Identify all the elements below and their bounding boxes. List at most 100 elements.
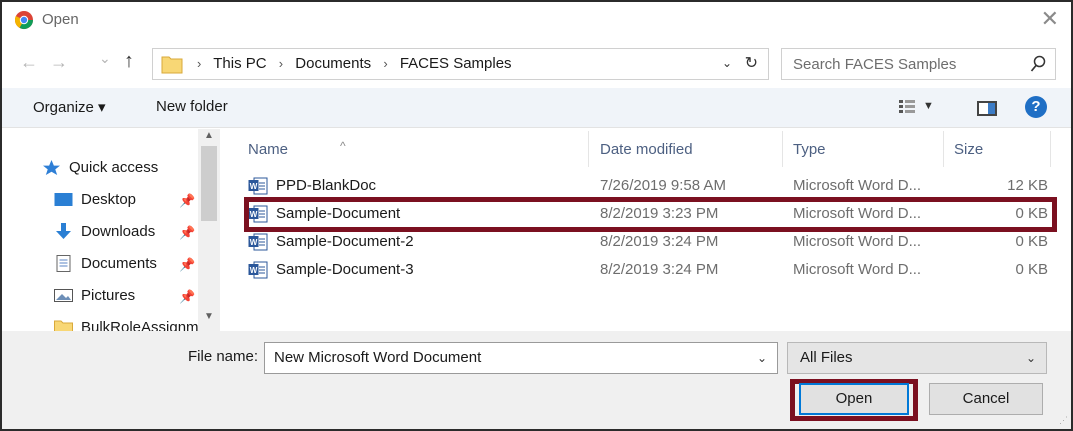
chrome-icon (14, 11, 33, 30)
file-row[interactable]: W PPD-BlankDoc 7/26/2019 9:58 AM Microso… (232, 174, 1071, 198)
forward-button[interactable]: → (50, 52, 68, 73)
column-header-name[interactable]: Name ^ (248, 139, 346, 158)
pin-icon[interactable]: 📌 (179, 257, 195, 273)
column-divider[interactable] (1050, 131, 1051, 167)
breadcrumb-separator: › (383, 56, 388, 71)
sidebar-item-quick-access[interactable]: Quick access (2, 155, 198, 183)
pin-icon[interactable]: 📌 (179, 193, 195, 209)
sidebar-item-label: Desktop (81, 191, 137, 208)
desktop-icon (54, 193, 73, 206)
scroll-up-icon[interactable]: ▲ (204, 130, 214, 141)
svg-text:W: W (250, 182, 258, 191)
selection-highlight-box (244, 197, 1057, 232)
file-row[interactable]: W Sample-Document-3 8/2/2019 3:24 PM Mic… (232, 258, 1071, 282)
sidebar-item-label: Downloads (81, 223, 156, 240)
view-options-icon[interactable] (898, 99, 916, 115)
file-name-field[interactable]: New Microsoft Word Document ⌄ (264, 342, 778, 374)
view-dropdown-icon[interactable]: ▼ (923, 100, 934, 112)
up-button[interactable]: ↑ (124, 50, 134, 73)
file-type-filter[interactable]: All Files ⌄ (787, 342, 1047, 374)
back-button[interactable]: ← (20, 52, 38, 73)
breadcrumb-this-pc[interactable]: This PC (213, 55, 266, 72)
address-bar[interactable]: › This PC › Documents › FACES Samples ⌄ … (152, 48, 769, 80)
open-file-dialog: Open ✕ ← → ⌄ ↑ › This PC › Documents › F… (0, 0, 1073, 431)
breadcrumb-faces-samples[interactable]: FACES Samples (400, 55, 512, 72)
column-header-size[interactable]: Size (954, 141, 983, 158)
sidebar-scrollbar[interactable]: ▲ ▼ (198, 129, 220, 331)
open-button[interactable]: Open (799, 383, 909, 415)
file-name: Sample-Document-2 (276, 233, 414, 250)
title-bar: Open ✕ (2, 2, 1071, 40)
sidebar-item-label: BulkRoleAssignm (81, 319, 199, 331)
file-type: Microsoft Word D... (793, 177, 922, 194)
file-type: Microsoft Word D... (793, 261, 922, 278)
navigation-bar: ← → ⌄ ↑ › This PC › Documents › FACES Sa… (2, 40, 1071, 88)
file-size: 0 KB (1015, 261, 1048, 278)
sidebar-item-label: Pictures (81, 287, 136, 304)
search-box[interactable]: Search FACES Samples (781, 48, 1056, 80)
sidebar-item-bulkroleassignm[interactable]: BulkRoleAssignm (2, 315, 199, 331)
file-size: 12 KB (1007, 177, 1048, 194)
pin-icon[interactable]: 📌 (179, 289, 195, 305)
svg-text:W: W (250, 238, 258, 247)
column-divider[interactable] (943, 131, 944, 167)
column-headers: Name ^ Date modified Type Size (232, 129, 1071, 169)
cancel-button[interactable]: Cancel (929, 383, 1043, 415)
breadcrumb: › This PC › Documents › FACES Samples (189, 55, 512, 72)
column-header-type[interactable]: Type (793, 141, 826, 158)
sidebar-item-pictures[interactable]: Pictures 📌 (2, 283, 198, 311)
column-header-date[interactable]: Date modified (600, 141, 693, 158)
file-row[interactable]: W Sample-Document-2 8/2/2019 3:24 PM Mic… (232, 230, 1071, 254)
help-icon[interactable]: ? (1025, 96, 1047, 118)
chevron-down-icon[interactable]: ⌄ (722, 56, 732, 70)
file-name: PPD-BlankDoc (276, 177, 377, 194)
documents-icon (56, 255, 71, 272)
scroll-down-icon[interactable]: ▼ (204, 311, 214, 322)
folder-icon (161, 56, 183, 74)
column-divider[interactable] (588, 131, 589, 167)
command-toolbar: Organize ▾ New folder ▼ ? (2, 88, 1071, 128)
file-name: Sample-Document-3 (276, 261, 414, 278)
new-folder-button[interactable]: New folder (156, 98, 228, 115)
star-icon (43, 159, 60, 176)
sidebar-item-downloads[interactable]: Downloads 📌 (2, 219, 198, 247)
pin-icon[interactable]: 📌 (179, 225, 195, 241)
window-title: Open (42, 11, 79, 28)
column-divider[interactable] (782, 131, 783, 167)
dialog-footer: File name: New Microsoft Word Document ⌄… (2, 331, 1071, 429)
close-button[interactable]: ✕ (1041, 6, 1059, 32)
sidebar-item-documents[interactable]: Documents 📌 (2, 251, 198, 279)
file-date: 8/2/2019 3:24 PM (600, 261, 719, 278)
svg-text:W: W (250, 266, 258, 275)
file-size: 0 KB (1015, 233, 1048, 250)
sidebar-item-label: Documents (81, 255, 157, 272)
word-document-icon: W (248, 233, 268, 251)
sort-ascending-icon: ^ (340, 139, 346, 153)
search-input[interactable]: Search FACES Samples (793, 56, 956, 73)
breadcrumb-documents[interactable]: Documents (295, 55, 371, 72)
column-header-label: Name (248, 141, 289, 158)
file-type-filter-value[interactable]: All Files (800, 349, 853, 366)
file-name-value[interactable]: New Microsoft Word Document (274, 349, 481, 366)
word-document-icon: W (248, 261, 268, 279)
sidebar-item-desktop[interactable]: Desktop 📌 (2, 187, 198, 215)
recent-locations-button[interactable]: ⌄ (99, 50, 111, 67)
breadcrumb-separator: › (278, 56, 284, 71)
resize-grip-icon[interactable]: ⋰ (1059, 415, 1068, 426)
chevron-down-icon[interactable]: ⌄ (1026, 351, 1036, 365)
chevron-down-icon[interactable]: ⌄ (757, 351, 767, 365)
breadcrumb-separator: › (197, 56, 202, 71)
word-document-icon: W (248, 177, 268, 195)
refresh-icon[interactable]: ↻ (745, 53, 758, 73)
sidebar-item-label: Quick access (69, 159, 159, 176)
folder-icon (54, 320, 73, 331)
downloads-icon (56, 223, 71, 239)
file-date: 8/2/2019 3:24 PM (600, 233, 719, 250)
preview-pane-icon[interactable] (977, 101, 997, 116)
file-date: 7/26/2019 9:58 AM (600, 177, 726, 194)
scrollbar-thumb[interactable] (201, 146, 217, 221)
organize-menu[interactable]: Organize ▾ (33, 98, 106, 116)
file-name-label: File name: (188, 348, 259, 365)
file-type: Microsoft Word D... (793, 233, 922, 250)
search-icon[interactable] (1030, 55, 1046, 73)
